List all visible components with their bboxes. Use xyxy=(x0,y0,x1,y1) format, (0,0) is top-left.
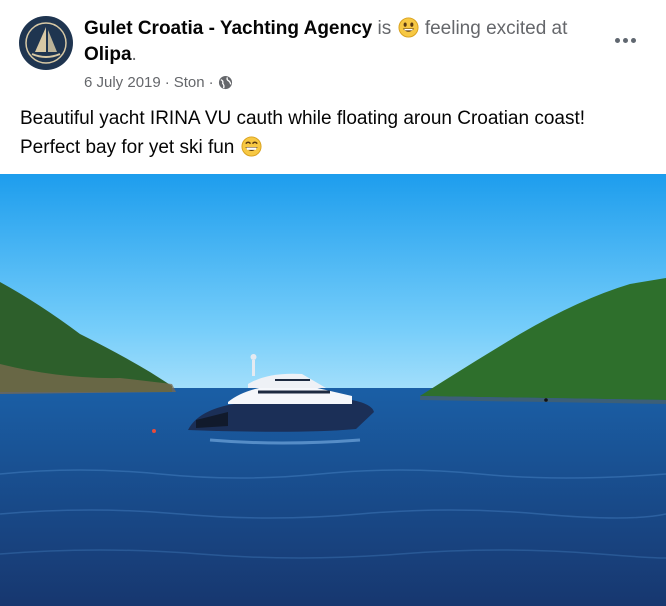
post-text-line-1: Beautiful yacht IRINA VU cauth while flo… xyxy=(20,108,586,129)
more-dot xyxy=(630,37,636,43)
post-title-line: Gulet Croatia - Yachting Agency is feeli… xyxy=(84,16,604,68)
post-location-link[interactable]: Ston xyxy=(174,74,205,91)
activity-feeling-text: feeling excited at xyxy=(424,18,568,39)
post-date-link[interactable]: 6 July 2019 xyxy=(84,74,161,91)
grinning-teeth-emoji-icon xyxy=(241,136,262,157)
more-dot xyxy=(614,37,620,43)
more-dot xyxy=(622,37,628,43)
sailboat-logo-icon xyxy=(21,18,71,68)
activity-is-text: is xyxy=(377,18,392,39)
buoy xyxy=(152,429,156,433)
meta-separator: · xyxy=(164,74,170,91)
page-name-link[interactable]: Gulet Croatia - Yachting Agency xyxy=(84,18,372,39)
place-link[interactable]: Olipa xyxy=(84,44,132,65)
grinning-eyes-emoji-icon xyxy=(398,17,419,38)
post-header: Gulet Croatia - Yachting Agency is feeli… xyxy=(84,16,604,91)
facebook-post: Gulet Croatia - Yachting Agency is feeli… xyxy=(0,0,666,606)
globe-icon[interactable] xyxy=(218,75,233,90)
meta-separator-2: · xyxy=(208,74,214,91)
post-body-text: Beautiful yacht IRINA VU cauth while flo… xyxy=(20,104,650,162)
more-options-button[interactable] xyxy=(612,30,638,50)
place-suffix: . xyxy=(131,44,137,65)
post-meta: 6 July 2019 · Ston · xyxy=(84,74,604,91)
page-avatar[interactable] xyxy=(19,16,73,70)
post-text-line-2: Perfect bay for yet ski fun xyxy=(20,137,235,158)
distant-boat xyxy=(544,398,548,402)
post-photo[interactable] xyxy=(0,174,666,606)
